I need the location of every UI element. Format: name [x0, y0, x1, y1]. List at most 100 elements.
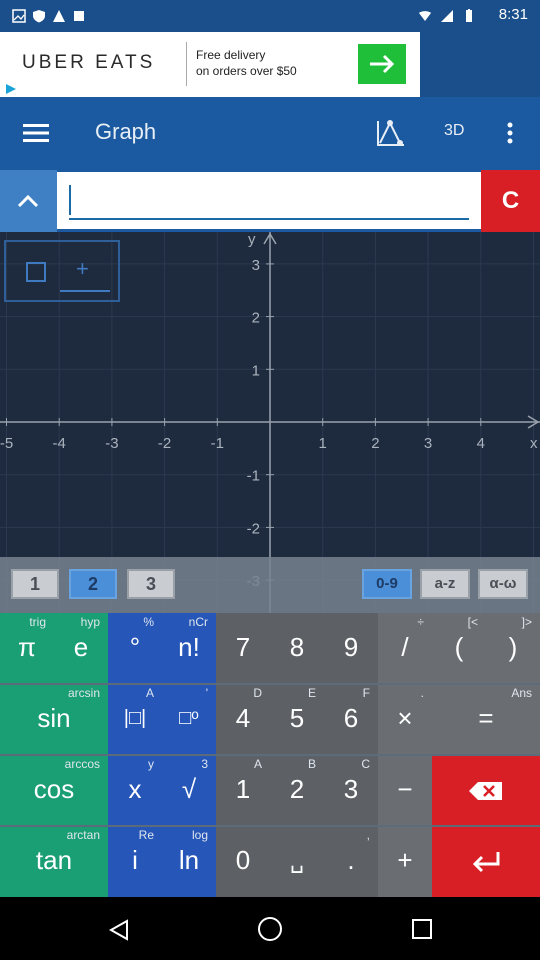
key-ln[interactable]: ln log	[162, 826, 216, 897]
key-secondary-label: C	[361, 757, 370, 771]
x-tick-label: -2	[158, 435, 171, 452]
key-row-divider	[0, 683, 540, 685]
keypad-tabs: 1 2 3 0-9 a-z α-ω	[0, 557, 540, 613]
more-options-icon[interactable]	[506, 122, 514, 144]
tab-page-3[interactable]: 3	[127, 569, 175, 599]
expression-input[interactable]	[57, 172, 481, 229]
key-secondary-label: nCr	[188, 615, 208, 629]
tab-page-2[interactable]: 2	[69, 569, 117, 599]
backspace-button[interactable]	[432, 755, 540, 826]
key-sin[interactable]: sin arcsin	[0, 684, 108, 755]
key-secondary-label: '	[205, 686, 208, 700]
key-secondary-label: B	[307, 757, 316, 771]
key-dot[interactable]: .,	[324, 826, 378, 897]
adchoices-icon[interactable]	[4, 82, 18, 96]
key-2[interactable]: °%	[108, 613, 162, 684]
key-plus[interactable]: +	[378, 826, 432, 897]
x-tick-label: -4	[53, 435, 66, 452]
home-icon[interactable]	[257, 916, 283, 942]
key-secondary-label: .	[420, 686, 424, 700]
key-x[interactable]: xy	[108, 755, 162, 826]
key-secondary-label: A	[145, 686, 154, 700]
key-secondary-label: E	[307, 686, 316, 700]
x-tick-label: -3	[105, 435, 118, 452]
image-icon	[12, 9, 26, 23]
key-4[interactable]: 7	[216, 613, 270, 684]
key-abs[interactable]: |□| A	[108, 684, 162, 755]
key-label: 9	[343, 632, 359, 663]
add-icon[interactable]: +	[76, 256, 89, 282]
key-6[interactable]: 6F	[324, 684, 378, 755]
key-label: tan	[35, 845, 73, 876]
key-6[interactable]: 9	[324, 613, 378, 684]
graph-toggle-widget[interactable]: +	[4, 240, 120, 302]
key-i[interactable]: i Re	[108, 826, 162, 897]
key-4[interactable]: 4D	[216, 684, 270, 755]
key-label: □ᵒ	[179, 707, 199, 730]
y-tick-label: -1	[247, 468, 260, 485]
key-label: (	[454, 632, 464, 663]
ad-arrow-button[interactable]	[358, 44, 406, 84]
graph-tool-icon[interactable]	[372, 117, 408, 151]
battery-icon	[466, 9, 472, 22]
key-1[interactable]: e hyp	[54, 613, 108, 684]
key-secondary-label: ÷	[417, 615, 424, 629]
key-multiply[interactable]: ×.	[378, 684, 432, 755]
3d-toggle-button[interactable]: 3D	[444, 122, 464, 140]
key-0[interactable]: π trig	[0, 613, 54, 684]
key-space[interactable]: ␣	[270, 826, 324, 897]
tab-page-1[interactable]: 1	[11, 569, 59, 599]
status-time: 8:31	[498, 6, 528, 23]
tab-letters[interactable]: a-z	[420, 569, 470, 599]
key-equals[interactable]: = Ans	[432, 684, 540, 755]
key-power[interactable]: □ᵒ '	[162, 684, 216, 755]
key-row-divider	[0, 825, 540, 827]
key-7[interactable]: / ÷	[378, 613, 432, 684]
key-cos[interactable]: cos arccos	[0, 755, 108, 826]
key-sqrt[interactable]: √ 3	[162, 755, 216, 826]
key-tan[interactable]: tan arctan	[0, 826, 108, 897]
y-tick-label: 1	[252, 362, 260, 379]
back-icon[interactable]	[107, 918, 131, 942]
enter-icon	[472, 852, 500, 873]
key-3[interactable]: 3C	[324, 755, 378, 826]
key-secondary-label: ]>	[521, 615, 532, 629]
ad-banner[interactable]: UBER EATS Free delivery on orders over $…	[0, 32, 540, 97]
key-5[interactable]: 5E	[270, 684, 324, 755]
enter-button[interactable]	[432, 826, 540, 897]
key-3[interactable]: n! nCr	[162, 613, 216, 684]
backspace-icon	[469, 782, 502, 800]
system-nav-bar	[0, 897, 540, 960]
key-2[interactable]: 2B	[270, 755, 324, 826]
recents-icon[interactable]	[411, 918, 433, 940]
key-label: 5	[289, 703, 305, 734]
shield-icon	[33, 10, 45, 23]
key-label: −	[397, 774, 413, 805]
key-label: )	[508, 632, 518, 663]
checkbox-icon[interactable]	[26, 262, 46, 282]
page-title: Graph	[95, 119, 157, 144]
key-label: 6	[343, 703, 359, 734]
key-label: .	[347, 845, 355, 876]
graph-canvas[interactable]: -5-4-3-2-11234321-1-2-3xy +	[0, 232, 540, 613]
key-1[interactable]: 1A	[216, 755, 270, 826]
tab-digits[interactable]: 0-9	[362, 569, 412, 599]
tab-greek[interactable]: α-ω	[478, 569, 528, 599]
collapse-button[interactable]	[0, 170, 57, 232]
menu-icon[interactable]	[23, 123, 49, 143]
key-9[interactable]: )]>	[486, 613, 540, 684]
ad-box[interactable]: UBER EATS Free delivery on orders over $…	[0, 32, 420, 97]
key-minus[interactable]: −	[378, 755, 432, 826]
ad-line1: Free delivery	[196, 48, 266, 62]
key-label: /	[401, 632, 409, 663]
key-0[interactable]: 0	[216, 826, 270, 897]
key-5[interactable]: 8	[270, 613, 324, 684]
arrow-right-icon	[370, 54, 395, 74]
x-tick-label: 3	[424, 435, 432, 452]
key-secondary-label: hyp	[80, 615, 100, 629]
key-label: 1	[235, 774, 251, 805]
signal-icon	[441, 10, 453, 22]
key-8[interactable]: ([<	[432, 613, 486, 684]
key-secondary-label: arctan	[66, 828, 100, 842]
clear-button[interactable]: C	[481, 170, 540, 232]
